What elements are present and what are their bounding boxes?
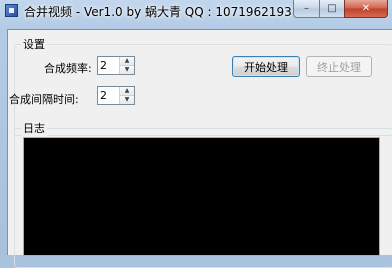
frequency-spin-down-icon[interactable]: ▼: [120, 66, 134, 74]
close-button[interactable]: ✕: [344, 0, 388, 18]
stop-button[interactable]: 终止处理: [306, 56, 372, 77]
log-output[interactable]: [23, 137, 380, 256]
interval-input[interactable]: [99, 88, 120, 103]
interval-spin-buttons: ▲ ▼: [119, 87, 134, 104]
app-window: 合并视频 - Ver1.0 by 蜗大青 QQ : 1071962193 – □…: [0, 0, 392, 268]
app-icon[interactable]: [5, 4, 18, 17]
interval-spin-up-icon[interactable]: ▲: [120, 87, 134, 96]
client-area: 设置 合成频率: ▲ ▼ 合成间隔时间: ▲ ▼ 开始处理 终止处理 日志: [7, 29, 392, 268]
frequency-spin-buttons: ▲ ▼: [119, 57, 134, 74]
start-button[interactable]: 开始处理: [232, 56, 300, 77]
interval-spinner: ▲ ▼: [97, 86, 135, 105]
close-icon: ✕: [361, 3, 371, 14]
minimize-button[interactable]: –: [293, 0, 319, 18]
frequency-spinner: ▲ ▼: [97, 56, 135, 75]
maximize-button[interactable]: □: [319, 0, 344, 18]
frequency-spin-up-icon[interactable]: ▲: [120, 57, 134, 66]
window-title: 合并视频 - Ver1.0 by 蜗大青 QQ : 1071962193: [24, 5, 292, 19]
caption-buttons: – □ ✕: [293, 0, 388, 18]
interval-label: 合成间隔时间:: [9, 93, 79, 106]
frequency-label: 合成频率:: [44, 62, 92, 75]
interval-spin-down-icon[interactable]: ▼: [120, 96, 134, 104]
minimize-icon: –: [304, 3, 309, 14]
maximize-icon: □: [327, 3, 337, 14]
settings-group-title: 设置: [21, 36, 47, 52]
log-group-title: 日志: [21, 120, 47, 136]
frequency-input[interactable]: [99, 58, 120, 73]
title-bar[interactable]: 合并视频 - Ver1.0 by 蜗大青 QQ : 1071962193 – □…: [0, 0, 392, 22]
